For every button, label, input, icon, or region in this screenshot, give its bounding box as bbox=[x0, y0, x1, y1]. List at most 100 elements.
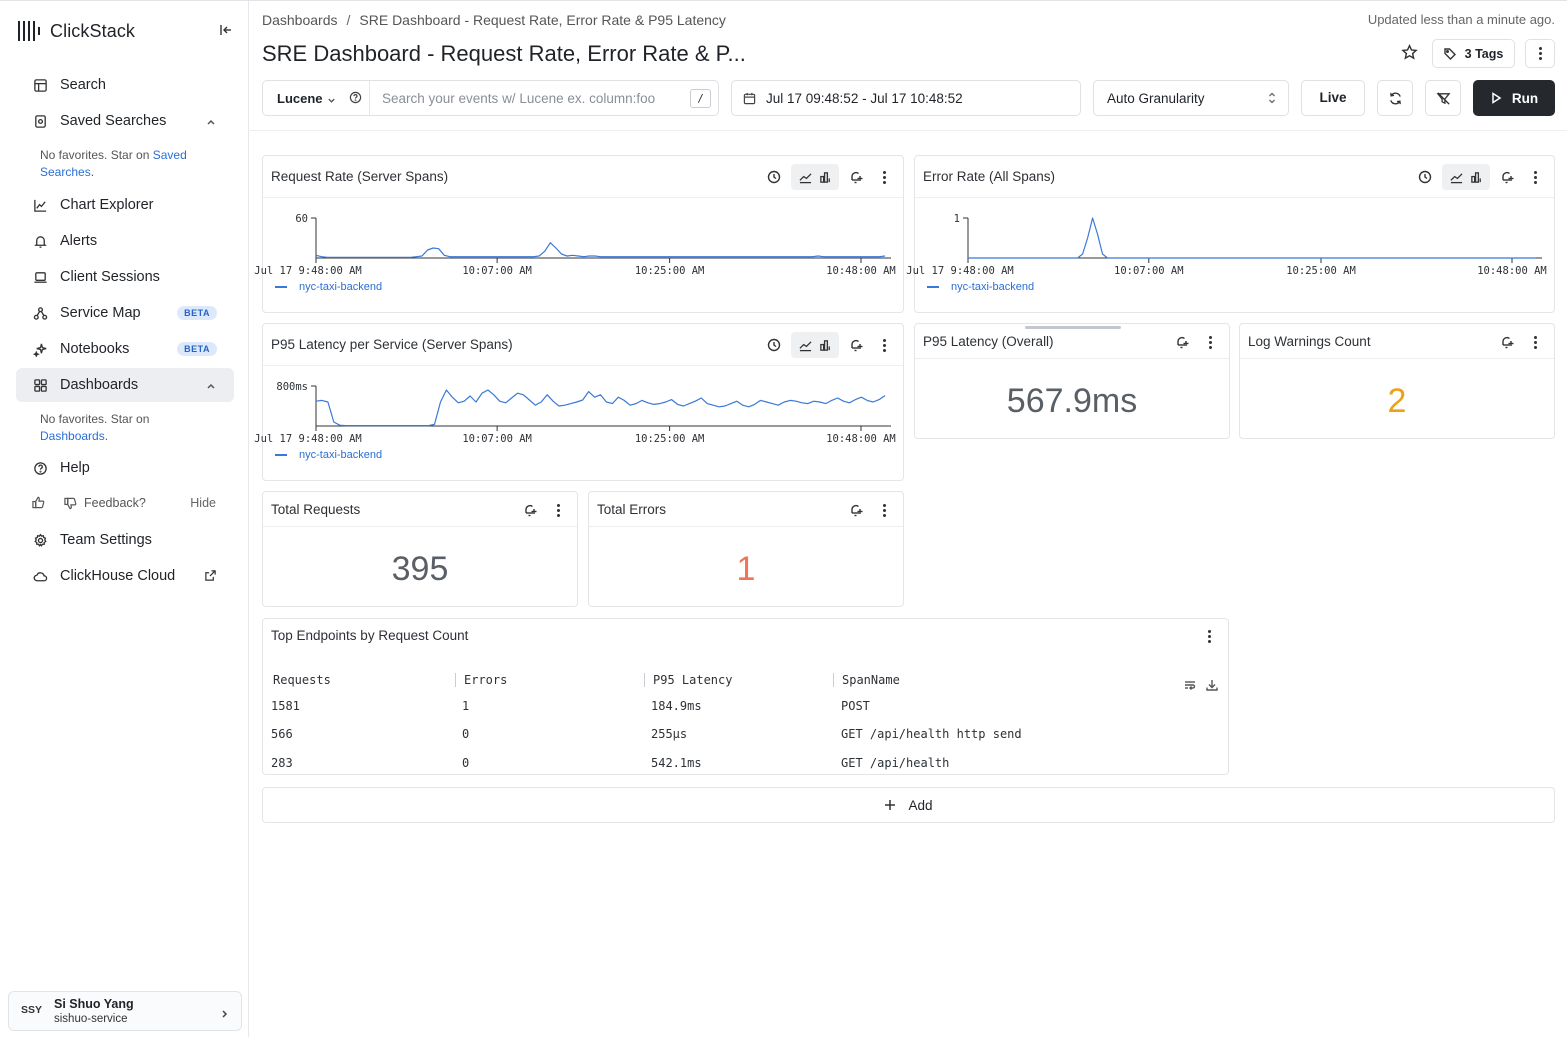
live-button[interactable]: Live bbox=[1301, 80, 1365, 116]
clock-icon[interactable] bbox=[763, 166, 785, 188]
hide-feedback-button[interactable]: Hide bbox=[190, 496, 216, 510]
clock-icon[interactable] bbox=[1414, 166, 1436, 188]
column-header-p95-latency[interactable]: P95 Latency bbox=[644, 673, 732, 687]
sidebar-item-client-sessions[interactable]: Client Sessions bbox=[16, 260, 234, 294]
y-tick-label: 60 bbox=[295, 213, 308, 225]
bell-plus-icon[interactable] bbox=[519, 499, 541, 521]
favorite-star-icon[interactable] bbox=[1401, 44, 1421, 64]
sidebar-item-dashboards[interactable]: Dashboards bbox=[16, 368, 234, 402]
more-vertical-icon bbox=[556, 503, 560, 517]
sidebar-item-search[interactable]: Search bbox=[16, 68, 234, 102]
x-tick-label: 10:25:00 AM bbox=[635, 265, 705, 277]
tile-actions bbox=[1408, 164, 1546, 190]
brand[interactable]: ClickStack bbox=[18, 19, 135, 43]
table-row[interactable]: 566 0 255µs GET /api/health http send bbox=[263, 720, 1228, 748]
tile-title: P95 Latency (Overall) bbox=[923, 334, 1054, 349]
tile-menu-button[interactable] bbox=[1524, 166, 1546, 188]
cell-requests: 283 bbox=[271, 756, 293, 770]
tile-menu-button[interactable] bbox=[1198, 625, 1220, 647]
user-menu[interactable]: SSY Si Shuo Yang sishuo-service bbox=[8, 991, 242, 1031]
chart-line-icon bbox=[32, 197, 48, 213]
feedback-row: Feedback? Hide bbox=[32, 495, 222, 513]
granularity-select[interactable]: Auto Granularity bbox=[1093, 80, 1289, 116]
sidebar-item-service-map[interactable]: Service Map BETA bbox=[16, 296, 234, 330]
tile-menu-button[interactable] bbox=[873, 499, 895, 521]
tile-header: Top Endpoints by Request Count bbox=[263, 619, 1228, 652]
clickstack-logo-icon bbox=[18, 21, 40, 41]
clock-icon[interactable] bbox=[763, 334, 785, 356]
bell-plus-icon[interactable] bbox=[1171, 331, 1193, 353]
column-header-requests[interactable]: Requests bbox=[265, 673, 331, 687]
bell-plus-icon[interactable] bbox=[1496, 331, 1518, 353]
dashboard-grid-icon bbox=[32, 377, 48, 393]
display-type-toggle bbox=[791, 332, 839, 358]
chart-legend[interactable]: nyc-taxi-backend bbox=[275, 449, 382, 461]
x-tick-label: 10:48:00 AM bbox=[1477, 265, 1547, 277]
query-bar: Lucene / bbox=[262, 80, 719, 116]
bar-chart-icon[interactable] bbox=[815, 334, 835, 356]
sidebar-item-team-settings[interactable]: Team Settings bbox=[16, 523, 234, 557]
tile-menu-button[interactable] bbox=[1524, 331, 1546, 353]
line-chart-icon[interactable] bbox=[795, 166, 815, 188]
query-language-select[interactable]: Lucene bbox=[263, 81, 370, 115]
breadcrumb-dashboards-link[interactable]: Dashboards bbox=[262, 12, 338, 28]
tags-button[interactable]: 3 Tags bbox=[1432, 39, 1515, 68]
chart-legend[interactable]: nyc-taxi-backend bbox=[275, 281, 382, 293]
laptop-icon bbox=[32, 269, 48, 285]
total-requests-value: 395 bbox=[391, 550, 449, 588]
tile-menu-button[interactable] bbox=[873, 334, 895, 356]
sidebar-item-alerts[interactable]: Alerts bbox=[16, 224, 234, 258]
run-button[interactable]: Run bbox=[1473, 80, 1555, 116]
external-link-icon bbox=[204, 569, 217, 582]
bell-plus-icon[interactable] bbox=[845, 166, 867, 188]
line-chart-icon[interactable] bbox=[795, 334, 815, 356]
toolbar-divider bbox=[250, 130, 1567, 131]
dashboards-link[interactable]: Dashboards bbox=[40, 429, 105, 443]
bar-chart-icon[interactable] bbox=[815, 166, 835, 188]
note-text: No favorites. Star on bbox=[40, 412, 150, 426]
bell-plus-icon[interactable] bbox=[1496, 166, 1518, 188]
collapse-sidebar-icon[interactable] bbox=[219, 23, 235, 39]
refresh-button[interactable] bbox=[1377, 80, 1413, 116]
sidebar-item-notebooks[interactable]: Notebooks BETA bbox=[16, 332, 234, 366]
chart-legend[interactable]: nyc-taxi-backend bbox=[927, 281, 1034, 293]
filters-button[interactable] bbox=[1425, 80, 1461, 116]
tile-actions bbox=[513, 497, 569, 523]
tile-menu-button[interactable] bbox=[547, 499, 569, 521]
user-service: sishuo-service bbox=[54, 1013, 128, 1025]
tile-title: P95 Latency per Service (Server Spans) bbox=[271, 337, 513, 352]
page-title[interactable]: SRE Dashboard - Request Rate, Error Rate… bbox=[262, 41, 746, 67]
query-help-icon[interactable] bbox=[349, 91, 362, 104]
note-suffix: . bbox=[104, 429, 109, 443]
dashboard-more-button[interactable] bbox=[1525, 39, 1555, 68]
feedback-link[interactable]: Feedback? bbox=[84, 496, 146, 510]
legend-swatch bbox=[927, 286, 939, 288]
add-tile-button[interactable]: Add bbox=[262, 787, 1555, 823]
column-header-spanname[interactable]: SpanName bbox=[833, 673, 900, 687]
thumbs-up-icon[interactable] bbox=[32, 496, 46, 510]
filter-off-icon bbox=[1435, 91, 1451, 105]
sidebar-item-chart-explorer[interactable]: Chart Explorer bbox=[16, 188, 234, 222]
tile-menu-button[interactable] bbox=[1199, 331, 1221, 353]
table-row[interactable]: 283 0 542.1ms GET /api/health bbox=[263, 749, 1228, 777]
add-label: Add bbox=[908, 797, 933, 813]
bell-plus-icon[interactable] bbox=[845, 499, 867, 521]
sidebar-item-clickhouse-cloud[interactable]: ClickHouse Cloud bbox=[16, 559, 234, 593]
tile-header: Log Warnings Count bbox=[1240, 324, 1554, 359]
bell-icon bbox=[32, 233, 48, 249]
chevron-up-icon[interactable] bbox=[206, 379, 216, 389]
line-chart-icon[interactable] bbox=[1446, 166, 1466, 188]
thumbs-down-icon[interactable] bbox=[64, 497, 77, 510]
table-row[interactable]: 1581 1 184.9ms POST bbox=[263, 692, 1228, 720]
sidebar-item-saved-searches[interactable]: Saved Searches bbox=[16, 104, 234, 138]
tile-total-requests: Total Requests 395 bbox=[262, 491, 578, 607]
cell-p95-latency: 184.9ms bbox=[651, 699, 702, 713]
column-header-errors[interactable]: Errors bbox=[455, 673, 507, 687]
sidebar-item-help[interactable]: Help bbox=[16, 451, 234, 485]
date-range-picker[interactable]: Jul 17 09:48:52 - Jul 17 10:48:52 bbox=[731, 80, 1081, 116]
search-input[interactable] bbox=[371, 82, 687, 114]
bell-plus-icon[interactable] bbox=[845, 334, 867, 356]
bar-chart-icon[interactable] bbox=[1466, 166, 1486, 188]
tile-menu-button[interactable] bbox=[873, 166, 895, 188]
chevron-up-icon[interactable] bbox=[206, 115, 216, 125]
